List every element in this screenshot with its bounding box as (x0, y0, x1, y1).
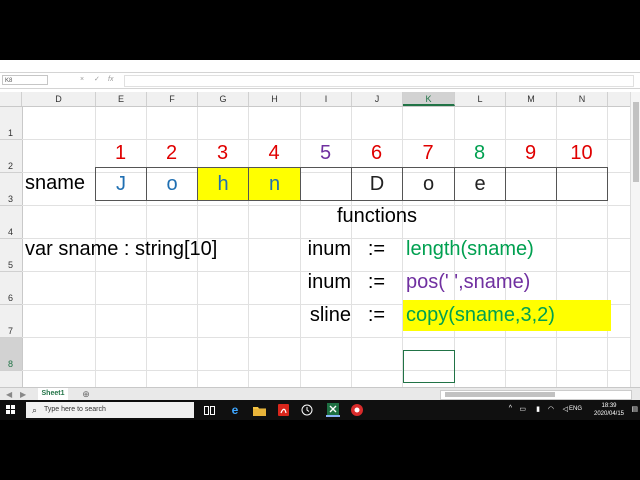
statement-expr-cell[interactable]: pos(' ',sname) (403, 267, 596, 298)
statement-var-cell[interactable]: sline (248, 299, 355, 332)
search-placeholder: Type here to search (44, 406, 106, 413)
horizontal-scroll-thumb[interactable] (445, 392, 555, 397)
sname-label-cell[interactable]: sname (22, 167, 98, 200)
prev-sheet-icon[interactable]: ◀ (6, 389, 12, 400)
index-cell[interactable]: 8 (454, 134, 505, 167)
sname-char-cell[interactable] (300, 167, 352, 201)
statement-expr-cell[interactable]: copy(sname,3,2) (403, 300, 611, 331)
screen-recorder-icon[interactable] (350, 403, 364, 417)
sname-char-cell[interactable]: e (454, 167, 506, 201)
taskbar-search-input[interactable]: ⌕ Type here to search (26, 402, 194, 418)
column-header-row: D E F G H I J K L M N (0, 92, 630, 107)
sname-char-cell[interactable]: n (248, 167, 301, 201)
windows-start-icon[interactable] (6, 405, 16, 415)
pdf-reader-icon[interactable] (276, 403, 290, 417)
column-header-e[interactable]: E (96, 92, 147, 106)
index-cell[interactable]: 7 (402, 134, 454, 167)
column-header-l[interactable]: L (455, 92, 506, 106)
column-header-j[interactable]: J (352, 92, 403, 106)
index-cell[interactable]: 2 (146, 134, 197, 167)
column-header-d[interactable]: D (22, 92, 96, 106)
vertical-scrollbar[interactable] (630, 92, 640, 417)
sname-char-cell[interactable]: D (351, 167, 403, 201)
add-sheet-icon[interactable]: ⊕ (80, 388, 92, 400)
edge-browser-icon[interactable]: e (228, 403, 242, 417)
excel-icon[interactable] (326, 403, 340, 417)
language-indicator[interactable]: ENG (569, 406, 582, 412)
index-cell[interactable]: 1 (95, 134, 146, 167)
excel-window: K8 × ✓ fx D E F G H I J K L M N 1 2 3 4 … (0, 60, 640, 420)
row-header-8[interactable]: 8 (0, 338, 22, 371)
network-icon[interactable]: ▭ (519, 405, 526, 413)
chevron-up-icon[interactable]: ^ (509, 405, 512, 412)
index-cell[interactable]: 9 (505, 134, 556, 167)
notification-icon[interactable]: ▤ (631, 405, 638, 413)
index-cell[interactable]: 6 (351, 134, 402, 167)
sname-char-cell[interactable] (505, 167, 557, 201)
sheet-tab-bar: ◀ ▶ Sheet1 ⊕ (0, 387, 640, 402)
clock-app-icon[interactable] (300, 403, 314, 417)
active-cell-selection[interactable] (403, 350, 455, 383)
formula-bar: K8 × ✓ fx (0, 72, 640, 89)
windows-taskbar: ⌕ Type here to search e ^ ▭ ▮ ◠ ◁ ENG 18… (0, 400, 640, 420)
vertical-scroll-thumb[interactable] (633, 102, 639, 182)
cancel-icon[interactable]: × (80, 75, 84, 85)
cell-grid[interactable]: 1 2 3 4 5 6 7 8 9 10 sname JohnDoe functions var … (22, 107, 630, 420)
file-explorer-icon[interactable] (252, 403, 266, 417)
column-header-m[interactable]: M (506, 92, 557, 106)
statement-var-cell[interactable]: inum (248, 266, 355, 299)
index-cell[interactable]: 5 (300, 134, 351, 167)
declaration-cell[interactable]: var sname : string[10] (22, 233, 283, 266)
statement-op-cell[interactable]: := (351, 299, 402, 332)
horizontal-scrollbar[interactable] (440, 390, 632, 400)
column-header-g[interactable]: G (198, 92, 249, 106)
statement-op-cell[interactable]: := (351, 266, 402, 299)
task-view-icon[interactable] (202, 403, 216, 417)
column-header-h[interactable]: H (249, 92, 301, 106)
search-icon: ⌕ (32, 405, 38, 415)
row-header-6[interactable]: 6 (0, 272, 22, 305)
statement-op-cell[interactable]: := (351, 233, 402, 266)
column-header-k[interactable]: K (403, 92, 455, 106)
column-header-i[interactable]: I (301, 92, 352, 106)
row-header-2[interactable]: 2 (0, 140, 22, 173)
column-header-n[interactable]: N (557, 92, 608, 106)
statement-var-cell[interactable]: inum (248, 233, 355, 266)
fx-icon[interactable]: fx (108, 75, 113, 85)
sname-char-cell[interactable]: J (95, 167, 147, 201)
index-cell[interactable]: 3 (197, 134, 248, 167)
index-cell[interactable]: 10 (556, 134, 607, 167)
clock-date: 2020/04/15 (593, 411, 625, 417)
column-header-f[interactable]: F (147, 92, 198, 106)
row-header-7[interactable]: 7 (0, 305, 22, 338)
row-header-column: 1 2 3 4 5 6 7 8 (0, 107, 23, 420)
volume-icon[interactable]: ◁ (563, 405, 568, 413)
row-header-1[interactable]: 1 (0, 107, 22, 140)
sname-char-cell[interactable] (556, 167, 608, 201)
functions-header-cell[interactable]: functions (248, 200, 506, 233)
select-all-corner[interactable] (0, 92, 22, 106)
check-icon[interactable]: ✓ (94, 75, 100, 85)
clock-time: 18:39 (601, 403, 617, 409)
name-box[interactable]: K8 (2, 75, 48, 85)
taskbar-clock[interactable]: 18:39 2020/04/15 (592, 402, 626, 418)
wifi-icon[interactable]: ◠ (548, 405, 554, 413)
battery-icon[interactable]: ▮ (536, 405, 540, 413)
formula-input[interactable] (124, 75, 634, 87)
row-header-5[interactable]: 5 (0, 239, 22, 272)
row-header-3[interactable]: 3 (0, 173, 22, 206)
sname-char-cell[interactable]: o (146, 167, 198, 201)
index-cell[interactable]: 4 (248, 134, 300, 167)
next-sheet-icon[interactable]: ▶ (20, 389, 26, 400)
statement-expr-cell[interactable]: length(sname) (403, 234, 596, 265)
sname-char-cell[interactable]: h (197, 167, 249, 201)
sname-char-cell[interactable]: o (402, 167, 455, 201)
row-header-4[interactable]: 4 (0, 206, 22, 239)
